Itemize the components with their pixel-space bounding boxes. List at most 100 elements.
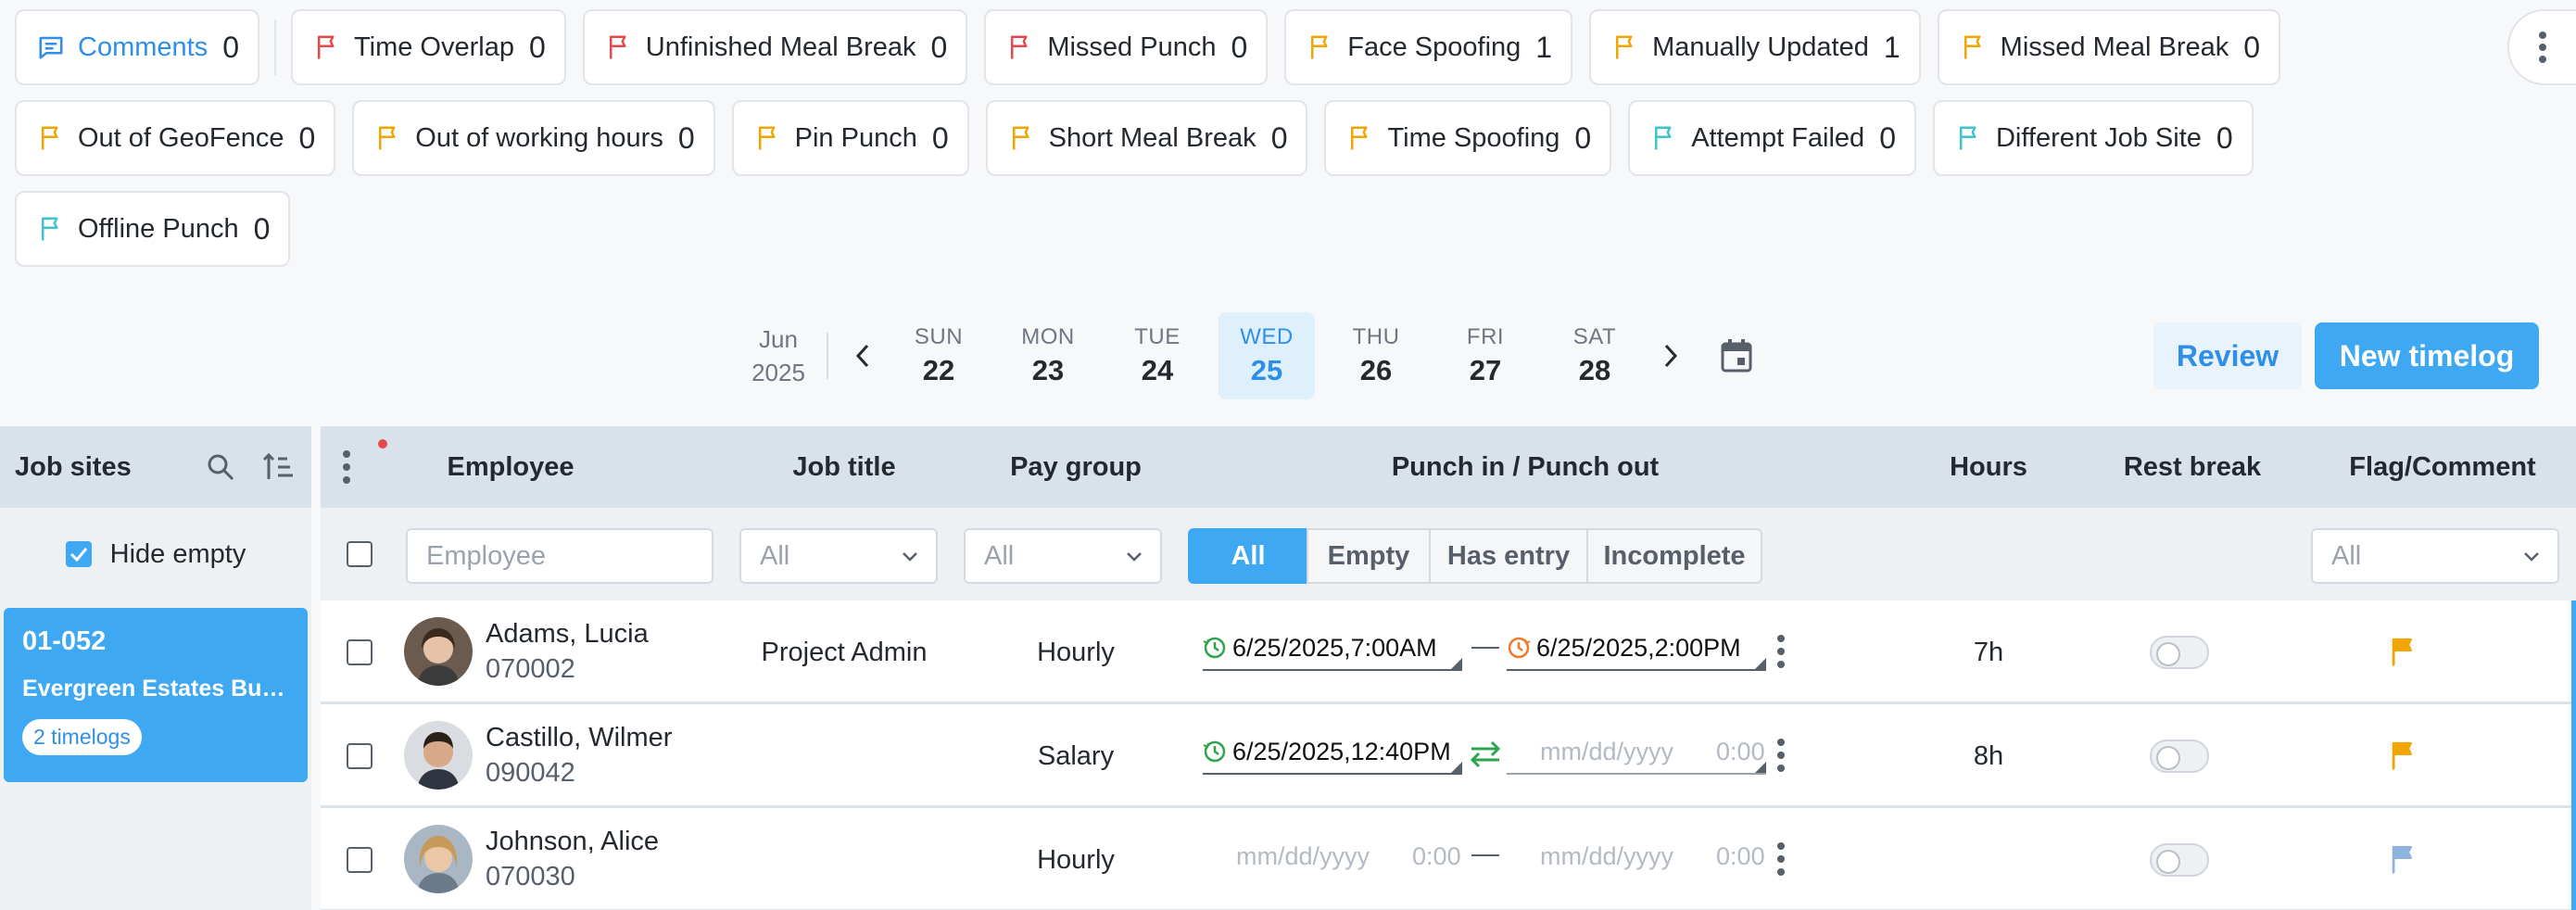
- row-checkbox[interactable]: [347, 639, 373, 665]
- day-tue[interactable]: TUE 24: [1109, 312, 1206, 399]
- resize-handle: [1451, 658, 1462, 669]
- flag-icon: [42, 217, 58, 241]
- row-actions-button[interactable]: [1772, 836, 1790, 882]
- filter-chip-different-job-site[interactable]: Different Job Site 0: [1932, 100, 2254, 176]
- day-wed[interactable]: WED 25: [1219, 312, 1315, 399]
- filter-chip-offline-punch[interactable]: Offline Punch 0: [15, 191, 291, 267]
- row-actions-button[interactable]: [1772, 732, 1790, 778]
- filter-chip-out-of-working-hours[interactable]: Out of working hours 0: [352, 100, 715, 176]
- divider: [274, 19, 276, 75]
- job-title-value: All: [760, 540, 790, 571]
- column-hours[interactable]: Hours: [1896, 426, 2081, 508]
- punch-in-time-placeholder: 0:00: [1412, 841, 1461, 870]
- filter-chip-attempt-failed[interactable]: Attempt Failed 0: [1628, 100, 1916, 176]
- column-options-button[interactable]: [328, 441, 365, 493]
- table-scrollbar[interactable]: [2571, 600, 2576, 910]
- rest-break-toggle[interactable]: [2150, 636, 2209, 669]
- column-employee[interactable]: Employee: [376, 426, 645, 508]
- day-name: THU: [1352, 324, 1400, 349]
- day-mon[interactable]: MON 23: [1000, 312, 1096, 399]
- punch-in-field[interactable]: mm/dd/yyyy 0:00: [1203, 834, 1462, 878]
- transfer-icon[interactable]: [1468, 739, 1503, 769]
- filter-chip-time-spoofing[interactable]: Time Spoofing 0: [1324, 100, 1612, 176]
- year-name: 2025: [751, 359, 805, 386]
- filter-chip-pin-punch[interactable]: Pin Punch 0: [731, 100, 969, 176]
- select-all-checkbox[interactable]: [347, 541, 373, 567]
- prev-week-button[interactable]: [841, 328, 884, 384]
- column-pay-group[interactable]: Pay group: [960, 426, 1192, 508]
- hide-empty-label: Hide empty: [109, 538, 246, 569]
- job-title-select[interactable]: All: [739, 528, 938, 584]
- sort-button[interactable]: [259, 449, 297, 486]
- day-name: FRI: [1466, 324, 1505, 349]
- flag-icon[interactable]: [2387, 843, 2418, 875]
- pay-group-select[interactable]: All: [964, 528, 1162, 584]
- column-flag-comment[interactable]: Flag/Comment: [2313, 426, 2572, 508]
- filter-chip-comments[interactable]: Comments 0: [15, 9, 259, 85]
- punch-in-field[interactable]: 6/25/2025,12:40PM: [1203, 730, 1462, 775]
- punch-out-field[interactable]: 6/25/2025,2:00PM: [1507, 626, 1766, 671]
- filter-chip-out-of-geofence[interactable]: Out of GeoFence 0: [15, 100, 336, 176]
- hide-empty-toggle[interactable]: Hide empty: [0, 508, 311, 600]
- month-name: Jun: [759, 325, 798, 353]
- segment-has-entry[interactable]: Has entry: [1429, 528, 1588, 584]
- column-rest-break[interactable]: Rest break: [2081, 426, 2304, 508]
- check-icon: [69, 548, 87, 562]
- clock-out-icon: [1508, 637, 1531, 659]
- more-vertical-icon: [343, 450, 350, 484]
- day-fri[interactable]: FRI 27: [1437, 312, 1534, 399]
- employee-name: Johnson, Alice: [486, 827, 660, 856]
- pay-group-value: All: [984, 540, 1015, 571]
- chip-label: Different Job Site: [1995, 122, 2202, 153]
- punch-separator: [1471, 854, 1499, 856]
- punch-in-field[interactable]: 6/25/2025,7:00AM: [1203, 626, 1462, 671]
- table-row[interactable]: Johnson, Alice 070030 Hourly mm/dd/yyyy …: [321, 808, 2576, 910]
- search-button[interactable]: [202, 449, 239, 486]
- more-vertical-icon: [1777, 635, 1785, 668]
- job-title-cell: [728, 704, 960, 808]
- flag-filter-select[interactable]: All: [2311, 528, 2559, 584]
- filter-chip-short-meal-break[interactable]: Short Meal Break 0: [985, 100, 1308, 176]
- review-button[interactable]: Review: [2153, 322, 2302, 389]
- filter-chip-time-overlap[interactable]: Time Overlap 0: [291, 9, 566, 85]
- comment-icon: [39, 36, 63, 59]
- filter-chip-face-spoofing[interactable]: Face Spoofing 1: [1284, 9, 1573, 85]
- punch-out-field[interactable]: mm/dd/yyyy 0:00: [1507, 834, 1766, 878]
- segment-empty[interactable]: Empty: [1307, 528, 1431, 584]
- table-row[interactable]: Castillo, Wilmer 090042 Salary 6/25/2025…: [321, 704, 2576, 808]
- flag-icon: [1959, 126, 1976, 150]
- rest-break-toggle[interactable]: [2150, 739, 2209, 773]
- flag-icon[interactable]: [2387, 739, 2418, 771]
- checkbox-checked[interactable]: [65, 541, 92, 567]
- column-job-title[interactable]: Job title: [728, 426, 960, 508]
- row-checkbox[interactable]: [347, 743, 373, 769]
- pay-group-cell: Hourly: [1037, 844, 1115, 875]
- day-name: SUN: [914, 324, 964, 349]
- calendar-button[interactable]: [1712, 328, 1761, 384]
- more-options-button[interactable]: [2507, 9, 2576, 85]
- filter-chip-unfinished-meal-break[interactable]: Unfinished Meal Break 0: [582, 9, 968, 85]
- timelog-count-badge: 2 timelogs: [22, 719, 142, 755]
- segment-incomplete[interactable]: Incomplete: [1586, 528, 1762, 584]
- column-punch[interactable]: Punch in / Punch out: [1340, 426, 1711, 508]
- table-row[interactable]: Adams, Lucia 070002 Project Admin Hourly…: [321, 600, 2576, 704]
- row-checkbox[interactable]: [347, 847, 373, 873]
- punch-out-field[interactable]: mm/dd/yyyy 0:00: [1507, 730, 1766, 775]
- day-sat[interactable]: SAT 28: [1547, 312, 1643, 399]
- employee-search-input[interactable]: Employee: [406, 528, 713, 584]
- day-thu[interactable]: THU 26: [1328, 312, 1424, 399]
- job-site-card[interactable]: 01-052 Evergreen Estates Buil... 2 timel…: [4, 608, 308, 782]
- filter-chip-manually-updated[interactable]: Manually Updated 1: [1589, 9, 1921, 85]
- rest-break-toggle[interactable]: [2150, 843, 2209, 877]
- row-actions-button[interactable]: [1772, 628, 1790, 675]
- flag-icon[interactable]: [2387, 636, 2418, 667]
- filter-chip-missed-punch[interactable]: Missed Punch 0: [984, 9, 1269, 85]
- chip-label: Out of working hours: [415, 122, 663, 153]
- job-sites-panel: Job sites Hide empty 01-052 Evergreen Es…: [0, 426, 311, 910]
- segment-all[interactable]: All: [1188, 528, 1308, 584]
- chip-count: 1: [1535, 30, 1553, 64]
- new-timelog-button[interactable]: New timelog: [2315, 322, 2539, 389]
- next-week-button[interactable]: [1649, 328, 1692, 384]
- day-sun[interactable]: SUN 22: [890, 312, 987, 399]
- filter-chip-missed-meal-break[interactable]: Missed Meal Break 0: [1937, 9, 2281, 85]
